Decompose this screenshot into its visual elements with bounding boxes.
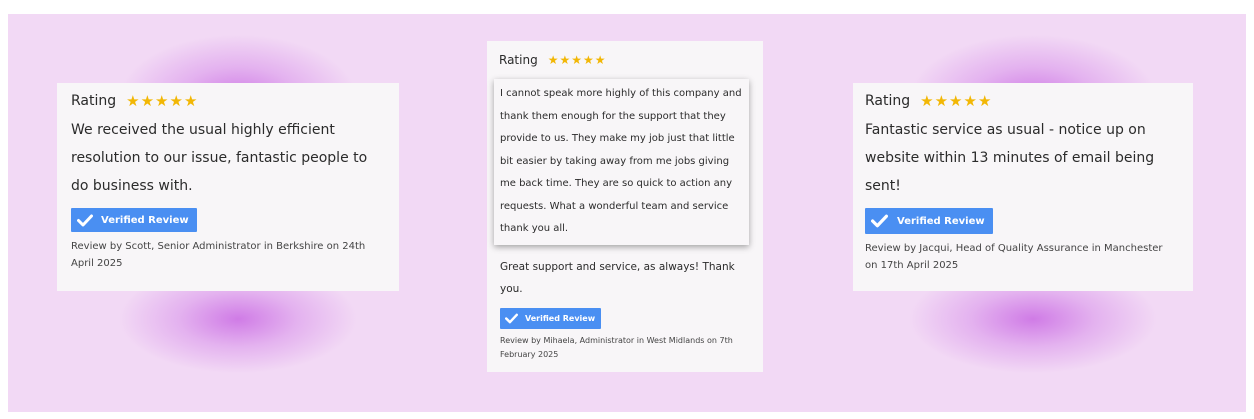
rating-label: Rating [865, 93, 911, 109]
review-card-scott: Rating ★ ★ ★ ★ ★ We received the usual h… [57, 83, 399, 291]
review-byline: Review by Scott, Senior Administrator in… [71, 241, 366, 269]
star-icon: ★ [949, 91, 963, 110]
review-text: We received the usual highly efficient r… [71, 122, 368, 194]
star-icon: ★ [547, 53, 559, 67]
review-text: Fantastic service as usual - notice up o… [865, 122, 1155, 194]
star-icon: ★ [920, 91, 934, 110]
review-text: Great support and service, as always! Th… [500, 261, 735, 295]
rating-label: Rating [499, 53, 538, 67]
rating-label: Rating [71, 93, 117, 109]
review-byline: Review by Mihaela, Administrator in West… [500, 336, 733, 359]
review-byline: Review by Jacqui, Head of Quality Assura… [865, 243, 1163, 271]
star-icon: ★ [934, 91, 949, 110]
star-icon: ★ [977, 91, 992, 110]
badge-label: Verified Review [897, 215, 985, 227]
review-card-mihaela: Rating ★ ★ ★ ★ ★ I cannot speak more hig… [487, 41, 763, 372]
verified-review-badge: Verified Review [865, 208, 993, 234]
verified-review-badge: Verified Review [500, 308, 602, 329]
rating-row: Rating ★ ★ ★ ★ ★ [71, 93, 385, 109]
expanded-review-popup: I cannot speak more highly of this compa… [494, 79, 749, 245]
rating-row: Rating ★ ★ ★ ★ ★ [865, 93, 1181, 109]
star-icon: ★ [155, 91, 169, 110]
rating-row: Rating ★ ★ ★ ★ ★ [499, 53, 751, 67]
star-icon: ★ [571, 53, 582, 67]
star-icon: ★ [559, 53, 571, 67]
star-rating: ★ ★ ★ ★ ★ [920, 91, 992, 110]
star-icon: ★ [169, 91, 183, 110]
check-icon [871, 214, 888, 228]
badge-label: Verified Review [525, 314, 596, 323]
star-icon: ★ [583, 53, 594, 67]
star-icon: ★ [126, 91, 140, 110]
badge-label: Verified Review [101, 214, 189, 226]
star-icon: ★ [183, 91, 198, 110]
star-icon: ★ [594, 53, 606, 67]
star-rating: ★ ★ ★ ★ ★ [126, 91, 198, 110]
check-icon [505, 313, 518, 324]
page: Rating ★ ★ ★ ★ ★ We received the usual h… [0, 0, 1254, 419]
star-rating: ★ ★ ★ ★ ★ [548, 54, 606, 66]
star-icon: ★ [963, 91, 977, 110]
star-icon: ★ [140, 91, 155, 110]
check-icon [77, 214, 93, 226]
verified-review-badge: Verified Review [71, 208, 197, 232]
review-card-jacqui: Rating ★ ★ ★ ★ ★ Fantastic service as us… [853, 83, 1193, 291]
